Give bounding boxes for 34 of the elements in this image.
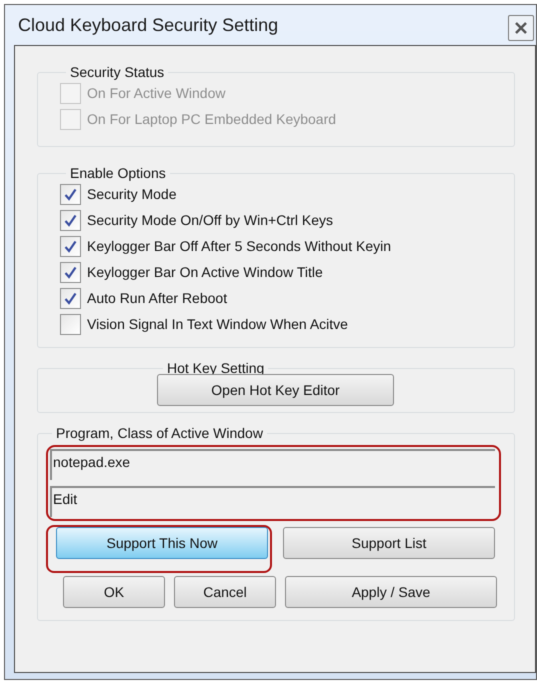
group-title: Enable Options (69, 165, 167, 181)
checkbox[interactable] (60, 314, 81, 334)
push-button[interactable]: Support This Now (56, 527, 268, 559)
checkbox-label: Keylogger Bar On Active Window Title (87, 262, 323, 282)
close-icon (514, 21, 528, 35)
checkbox[interactable] (60, 262, 81, 282)
push-button[interactable]: Apply / Save (285, 576, 497, 608)
checkbox[interactable] (60, 236, 81, 256)
checkbox-label: Keylogger Bar Off After 5 Seconds Without Keyin (87, 236, 392, 256)
push-button[interactable]: Support List (283, 527, 495, 559)
checkmark-icon (64, 292, 77, 304)
checkbox-label: On For Active Window (87, 84, 226, 102)
checkbox[interactable] (60, 210, 81, 230)
group-title: Security Status (69, 64, 166, 80)
text-field[interactable]: Edit (50, 486, 495, 517)
checkmark-icon (64, 240, 77, 252)
checkmark-icon (64, 214, 77, 226)
group-title: Program, Class of Active Window (55, 425, 264, 441)
checkbox[interactable] (60, 184, 81, 204)
checkbox-label: Vision Signal In Text Window When Acitve (87, 314, 348, 334)
push-button[interactable]: OK (63, 576, 165, 608)
close-button[interactable] (508, 15, 534, 41)
checkmark-icon (64, 266, 77, 278)
checkbox-label: On For Laptop PC Embedded Keyboard (87, 110, 336, 129)
text-field[interactable]: notepad.exe (50, 449, 495, 480)
checkbox-label: Security Mode On/Off by Win+Ctrl Keys (87, 210, 333, 230)
checkbox-label: Auto Run After Reboot (87, 288, 228, 308)
checkmark-icon (64, 188, 77, 200)
window-title: Cloud Keyboard Security Setting (18, 14, 278, 37)
checkbox-label: Security Mode (87, 184, 176, 204)
push-button[interactable]: Cancel (174, 576, 276, 608)
checkbox[interactable] (60, 288, 81, 308)
push-button[interactable]: Open Hot Key Editor (157, 374, 394, 406)
group-title: Hot Key Setting (166, 360, 266, 376)
